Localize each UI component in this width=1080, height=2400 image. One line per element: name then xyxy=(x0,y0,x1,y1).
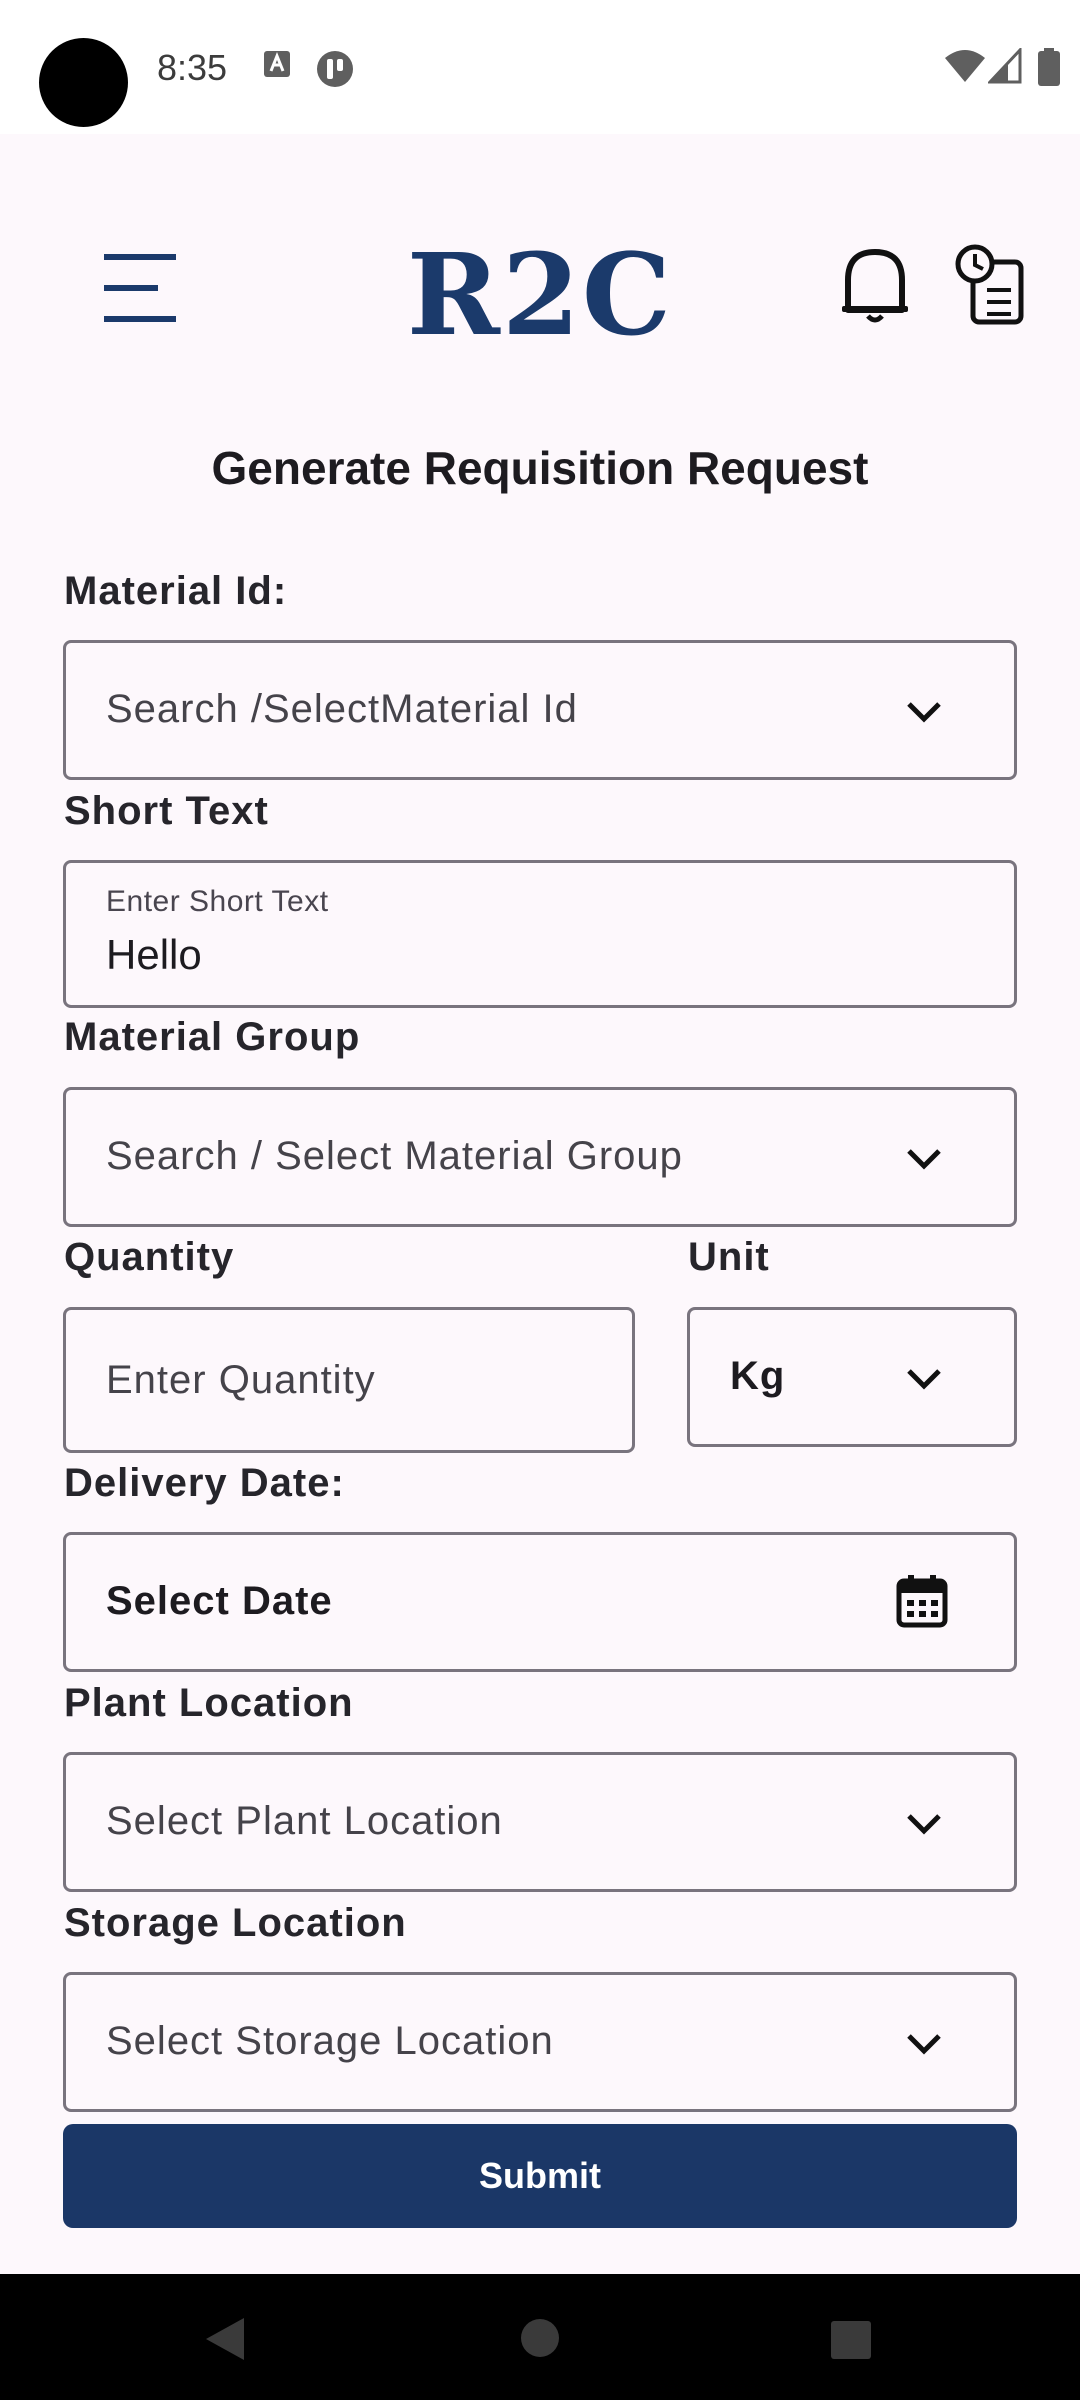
bell-icon[interactable] xyxy=(840,244,910,324)
status-bar: 8:35 xyxy=(0,0,1080,134)
storage-location-label: Storage Location xyxy=(64,1901,407,1945)
chevron-down-icon xyxy=(907,702,941,723)
storage-location-dropdown[interactable]: Select Storage Location xyxy=(63,1972,1017,2112)
system-nav-bar xyxy=(0,2274,1080,2400)
chevron-down-icon xyxy=(907,2034,941,2055)
calendar-icon[interactable] xyxy=(896,1573,948,1629)
material-id-label: Material Id: xyxy=(64,569,288,613)
signal-icon xyxy=(988,48,1022,84)
back-icon[interactable] xyxy=(204,2316,246,2362)
home-icon[interactable] xyxy=(520,2318,560,2358)
quantity-placeholder: Enter Quantity xyxy=(106,1358,376,1402)
quantity-label: Quantity xyxy=(64,1235,235,1279)
short-text-label: Short Text xyxy=(64,789,269,833)
status-time: 8:35 xyxy=(157,47,228,88)
material-group-dropdown[interactable]: Search / Select Material Group xyxy=(63,1087,1017,1227)
delivery-date-placeholder: Select Date xyxy=(106,1579,333,1623)
history-icon[interactable] xyxy=(955,244,1027,326)
short-text-floating-label: Enter Short Text xyxy=(106,885,329,918)
quantity-input[interactable]: Enter Quantity xyxy=(63,1307,635,1453)
battery-icon xyxy=(1038,48,1060,86)
unit-dropdown[interactable]: Kg xyxy=(687,1307,1017,1447)
short-text-input[interactable]: Enter Short Text Hello xyxy=(63,860,1017,1008)
material-group-label: Material Group xyxy=(64,1015,361,1059)
plant-location-placeholder: Select Plant Location xyxy=(106,1799,503,1843)
short-text-value: Hello xyxy=(106,931,202,978)
app-notification-icon xyxy=(317,51,353,87)
unit-label: Unit xyxy=(688,1235,770,1279)
material-group-placeholder: Search / Select Material Group xyxy=(106,1134,683,1178)
material-id-placeholder: Search /SelectMaterial Id xyxy=(106,687,578,731)
delivery-date-label: Delivery Date: xyxy=(64,1461,345,1505)
chevron-down-icon xyxy=(907,1149,941,1170)
recents-icon[interactable] xyxy=(830,2320,872,2360)
chevron-down-icon xyxy=(907,1369,941,1390)
app-logo: R2C xyxy=(406,230,674,361)
form-title: Generate Requisition Request xyxy=(211,442,869,494)
submit-button[interactable]: Submit xyxy=(63,2124,1017,2228)
chevron-down-icon xyxy=(907,1814,941,1835)
material-id-dropdown[interactable]: Search /SelectMaterial Id xyxy=(63,640,1017,780)
wifi-icon xyxy=(945,50,985,82)
plant-location-label: Plant Location xyxy=(64,1681,354,1725)
camera-cutout xyxy=(39,38,128,127)
storage-location-placeholder: Select Storage Location xyxy=(106,2019,554,2063)
text-a-icon xyxy=(264,51,290,77)
unit-value: Kg xyxy=(730,1354,786,1398)
delivery-date-picker[interactable]: Select Date xyxy=(63,1532,1017,1672)
plant-location-dropdown[interactable]: Select Plant Location xyxy=(63,1752,1017,1892)
